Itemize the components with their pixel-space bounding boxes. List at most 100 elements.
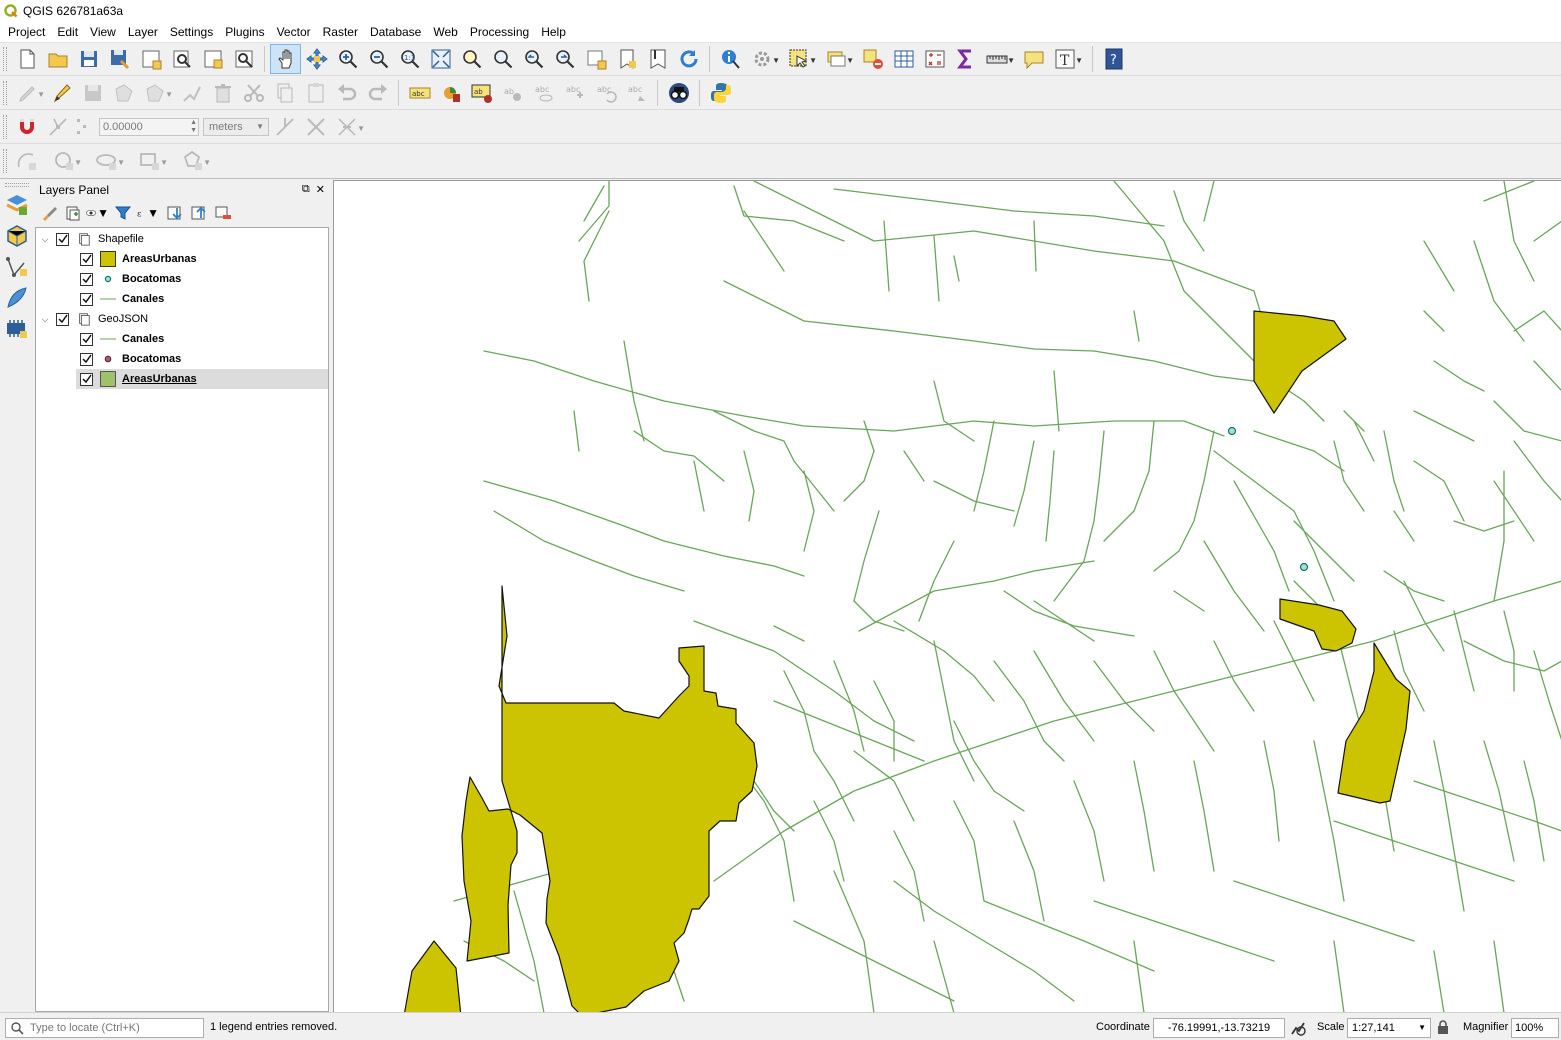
redo-button[interactable]	[362, 78, 393, 108]
snapping-tolerance-input[interactable]: 0.00000 ▲ ▼	[99, 117, 199, 136]
map-canvas[interactable]	[333, 180, 1561, 1012]
map-render[interactable]	[334, 181, 1561, 1012]
chevron-down-icon[interactable]: ⌵	[40, 234, 50, 245]
chevron-down-icon[interactable]: ⌵	[40, 314, 50, 325]
field-calculator-button[interactable]	[919, 44, 950, 74]
deselect-all-button[interactable]	[857, 44, 888, 74]
group-visibility-checkbox[interactable]	[56, 232, 69, 246]
change-label-button[interactable]: abc	[621, 78, 652, 108]
refresh-button[interactable]	[673, 44, 704, 74]
show-layout-manager-button[interactable]	[166, 44, 197, 74]
rotate-label-button[interactable]: abc	[590, 78, 621, 108]
select-by-value-button[interactable]: ▼	[820, 44, 854, 74]
open-project-button[interactable]	[42, 44, 73, 74]
current-edits-button[interactable]: ▼	[11, 78, 45, 108]
collapse-all-button[interactable]	[187, 202, 211, 224]
show-bookmarks-button[interactable]	[642, 44, 673, 74]
add-rectangle-button[interactable]: ▼	[134, 146, 168, 176]
float-panel-icon[interactable]: ⧉	[302, 183, 310, 196]
new-temporary-layer-button[interactable]	[0, 251, 34, 282]
snap-type-button[interactable]	[73, 112, 97, 142]
select-features-button[interactable]: ▼	[783, 44, 817, 74]
zoom-out-button[interactable]	[363, 44, 394, 74]
tracing-button[interactable]: ▼	[331, 112, 365, 142]
urban-area-polygon[interactable]	[1279, 598, 1357, 652]
geocoder-plugin-button[interactable]	[663, 78, 694, 108]
add-regular-polygon-button[interactable]: ▼	[177, 146, 211, 176]
layer-item[interactable]: Canales	[80, 289, 164, 309]
attribute-table-button[interactable]	[888, 44, 919, 74]
zoom-in-button[interactable]	[332, 44, 363, 74]
close-icon[interactable]: ✕	[316, 183, 325, 196]
cut-features-button[interactable]	[238, 78, 269, 108]
help-button[interactable]: ?	[1098, 44, 1129, 74]
new-virtual-layer-button[interactable]	[0, 313, 34, 344]
actions-button[interactable]: ▼	[746, 44, 780, 74]
layer-visibility-checkbox[interactable]	[80, 252, 93, 266]
layer-visibility-checkbox[interactable]	[80, 272, 93, 286]
style-manager-button[interactable]	[197, 44, 228, 74]
expand-all-button[interactable]	[163, 202, 187, 224]
menu-vector[interactable]: Vector	[271, 22, 317, 43]
manage-map-themes-button[interactable]: ▼	[85, 202, 109, 224]
paste-features-button[interactable]	[300, 78, 331, 108]
layer-labeling-button[interactable]: abc	[404, 78, 435, 108]
layer-item[interactable]: Canales	[80, 329, 164, 349]
layer-item[interactable]: Bocatomas	[80, 269, 181, 289]
toggle-editing-button[interactable]	[46, 78, 77, 108]
menu-database[interactable]: Database	[364, 22, 427, 43]
topological-editing-button[interactable]	[269, 112, 300, 142]
menu-view[interactable]: View	[84, 22, 122, 43]
menu-help[interactable]: Help	[535, 22, 572, 43]
text-annotation-button[interactable]: T ▼	[1049, 44, 1083, 74]
add-ellipse-button[interactable]: ▼	[91, 146, 125, 176]
zoom-to-selection-button[interactable]	[456, 44, 487, 74]
layer-item-selected[interactable]: AreasUrbanas	[76, 369, 328, 389]
snapping-mode-button[interactable]	[42, 112, 73, 142]
new-project-button[interactable]	[11, 44, 42, 74]
zoom-to-layer-button[interactable]	[487, 44, 518, 74]
menu-web[interactable]: Web	[427, 22, 463, 43]
save-layer-edits-button[interactable]	[77, 78, 108, 108]
lock-icon[interactable]	[1436, 1019, 1450, 1035]
filter-by-expression-button[interactable]: ε ▼	[135, 202, 159, 224]
urban-area-polygon[interactable]	[1337, 642, 1411, 804]
identify-features-button[interactable]	[715, 44, 746, 74]
snap-intersections-button[interactable]	[300, 112, 331, 142]
scale-select[interactable]: 1:27,141 ▼	[1347, 1018, 1431, 1038]
filter-legend-button[interactable]	[111, 202, 135, 224]
pin-labels-button[interactable]: ab	[497, 78, 528, 108]
layer-visibility-checkbox[interactable]	[80, 292, 93, 306]
statistical-summary-button[interactable]	[950, 44, 981, 74]
remove-layer-button[interactable]	[211, 202, 235, 224]
data-source-manager-button[interactable]	[0, 189, 34, 220]
layer-diagram-button[interactable]	[435, 78, 466, 108]
extents-toggle-icon[interactable]	[1289, 1019, 1307, 1037]
zoom-native-button[interactable]: 1:1	[394, 44, 425, 74]
urban-area-polygon[interactable]	[404, 940, 462, 1012]
delete-selected-button[interactable]	[207, 78, 238, 108]
zoom-last-button[interactable]	[518, 44, 549, 74]
menu-processing[interactable]: Processing	[464, 22, 535, 43]
move-label-button[interactable]: abc	[559, 78, 590, 108]
copy-features-button[interactable]	[269, 78, 300, 108]
locator-search-input[interactable]: Type to locate (Ctrl+K)	[5, 1018, 204, 1038]
map-tips-button[interactable]	[1018, 44, 1049, 74]
add-circular-string-button[interactable]	[11, 146, 42, 176]
coordinate-field[interactable]: -76.19991,-13.73219	[1153, 1018, 1285, 1038]
vertex-tool-button[interactable]	[176, 78, 207, 108]
group-visibility-checkbox[interactable]	[56, 312, 69, 326]
zoom-full-button[interactable]	[425, 44, 456, 74]
layer-visibility-checkbox[interactable]	[80, 352, 93, 366]
add-group-button[interactable]	[61, 202, 85, 224]
layer-group-geojson[interactable]: ⌵ GeoJSON	[40, 309, 148, 329]
menu-raster[interactable]: Raster	[317, 22, 364, 43]
menu-edit[interactable]: Edit	[51, 22, 84, 43]
new-spatialite-layer-button[interactable]	[0, 282, 34, 313]
new-map-view-button[interactable]	[580, 44, 611, 74]
open-layer-styling-button[interactable]	[37, 202, 61, 224]
bocatoma-point[interactable]	[1227, 426, 1237, 436]
menu-project[interactable]: Project	[2, 22, 51, 43]
layer-item[interactable]: Bocatomas	[80, 349, 181, 369]
add-ring-button[interactable]: ▼	[139, 78, 173, 108]
